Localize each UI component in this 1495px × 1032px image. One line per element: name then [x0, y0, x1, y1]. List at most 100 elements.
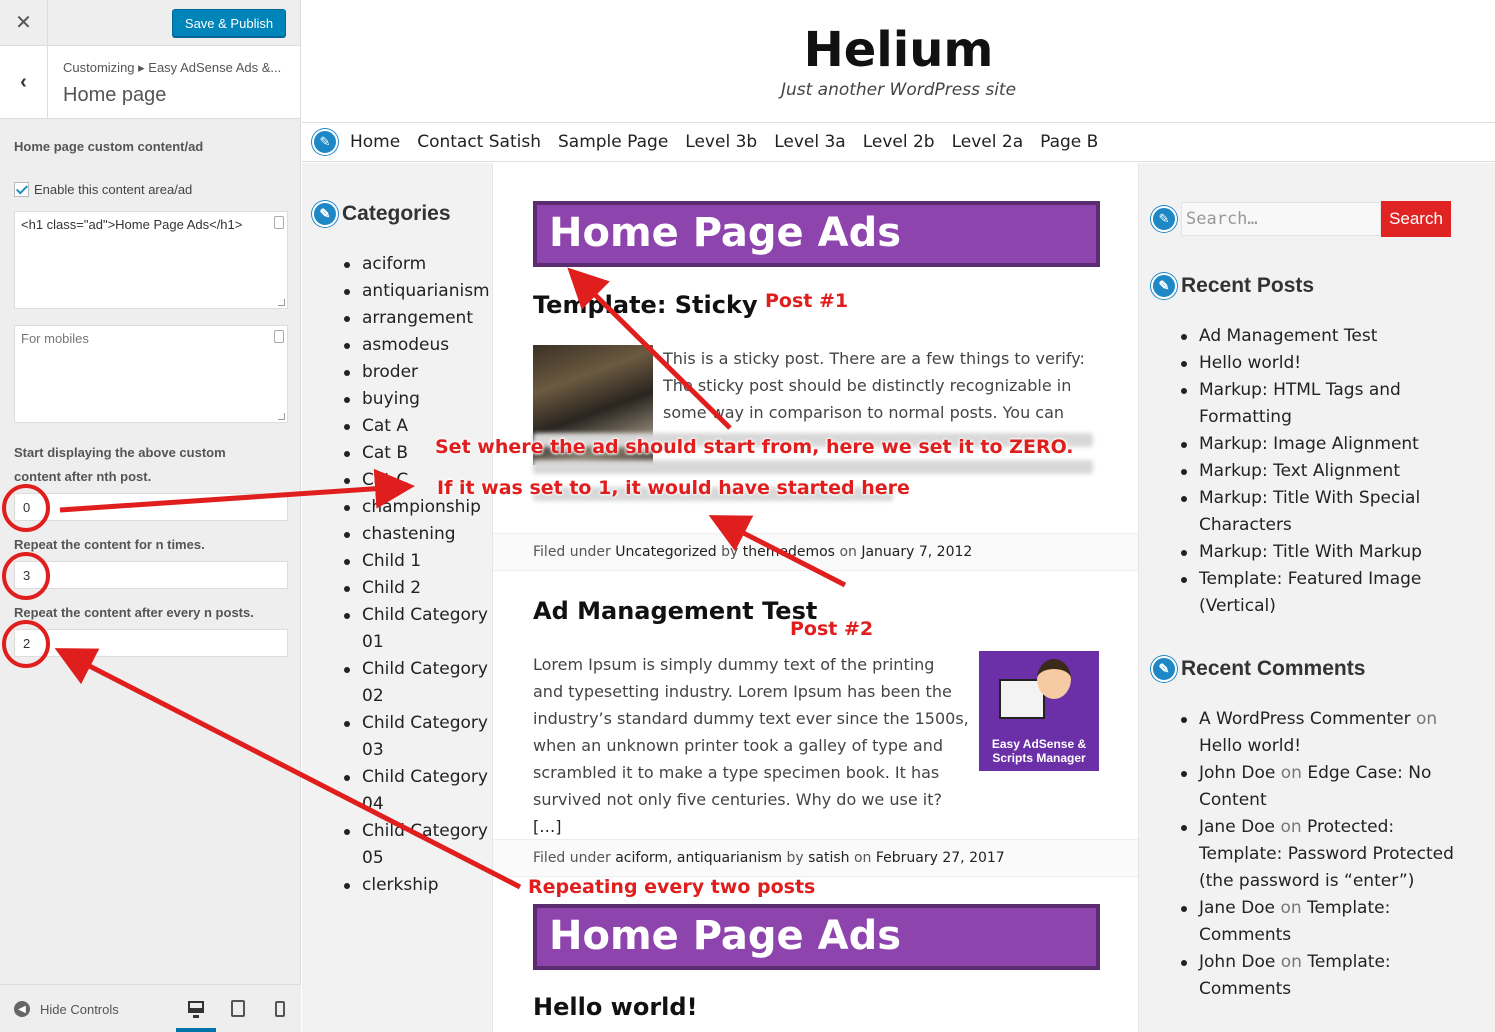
search-button[interactable]: Search	[1381, 201, 1451, 237]
primary-nav: ✎ Home Contact Satish Sample Page Level …	[302, 122, 1495, 162]
category-item[interactable]: broder	[342, 359, 492, 386]
category-item[interactable]: buying	[342, 386, 492, 413]
meta-category[interactable]: aciform, antiquarianism	[615, 850, 782, 866]
repeat-every-input[interactable]: 2	[14, 629, 288, 657]
edit-pencil-icon[interactable]: ✎	[312, 129, 338, 155]
nav-item[interactable]: Sample Page	[558, 132, 668, 152]
category-item[interactable]: antiquarianism	[342, 278, 492, 305]
meta-category[interactable]: Uncategorized	[615, 544, 716, 560]
meta-prefix: Filed under	[533, 544, 611, 560]
categories-list: aciform antiquarianism arrangement asmodeus…	[342, 251, 492, 899]
meta-date[interactable]: January 7, 2012	[861, 544, 972, 560]
comment-author[interactable]: Jane Doe	[1199, 817, 1275, 837]
category-item[interactable]: Child 1	[342, 548, 492, 575]
enable-checkbox[interactable]	[14, 182, 29, 197]
comment-post-link[interactable]: Hello world!	[1199, 736, 1301, 756]
recent-post-item[interactable]: Markup: Image Alignment	[1179, 431, 1459, 458]
category-item[interactable]: Child Category 03	[342, 710, 492, 764]
recent-post-item[interactable]: Markup: HTML Tags and Formatting	[1179, 377, 1459, 431]
nav-item[interactable]: Level 2b	[863, 132, 935, 152]
annotation-circle	[2, 484, 50, 532]
recent-post-item[interactable]: Ad Management Test	[1179, 323, 1459, 350]
customizer-footer: ◀ Hide Controls	[0, 984, 301, 1032]
field-heading: Home page custom content/ad	[14, 139, 204, 154]
content-textarea[interactable]: <h1 class="ad">Home Page Ads</h1>	[14, 211, 288, 309]
comment-author[interactable]: Jane Doe	[1199, 898, 1275, 918]
comment-author[interactable]: John Doe	[1199, 763, 1275, 783]
recent-posts-heading-text: Recent Posts	[1181, 274, 1315, 297]
recent-post-item[interactable]: Template: Featured Image (Vertical)	[1179, 566, 1459, 620]
chevron-left-icon[interactable]: ‹	[0, 46, 48, 118]
recent-posts-heading: ✎ Recent Posts	[1151, 273, 1314, 299]
recent-post-item[interactable]: Markup: Title With Markup	[1179, 539, 1459, 566]
site-tagline: Just another WordPress site	[780, 80, 1017, 100]
meta-prefix: Filed under	[533, 850, 611, 866]
search-widget: ✎ Search… Search	[1151, 201, 1451, 237]
recent-post-item[interactable]: Markup: Text Alignment	[1179, 458, 1459, 485]
edit-pencil-icon[interactable]: ✎	[1151, 206, 1177, 232]
post-title[interactable]: Template: Sticky	[533, 291, 758, 319]
post-excerpt: This is a sticky post. There are a few t…	[663, 349, 1085, 422]
repeat-times-input[interactable]: 3	[14, 561, 288, 589]
read-more-link[interactable]: […]	[533, 817, 561, 836]
resize-handle[interactable]	[278, 299, 285, 306]
editor-icon[interactable]	[274, 330, 284, 343]
category-item[interactable]: asmodeus	[342, 332, 492, 359]
cartoon-person-graphic	[1037, 659, 1071, 699]
comment-author[interactable]: John Doe	[1199, 952, 1275, 972]
resize-handle[interactable]	[278, 413, 285, 420]
start-label-line1: Start displaying the above custom	[14, 445, 226, 460]
edit-pencil-icon[interactable]: ✎	[1151, 273, 1177, 299]
recent-comment-item: John Doe on Edge Case: No Content	[1179, 760, 1459, 814]
nav-item[interactable]: Level 3a	[774, 132, 846, 152]
category-item[interactable]: Child Category 04	[342, 764, 492, 818]
category-item[interactable]: Child Category 01	[342, 602, 492, 656]
editor-icon[interactable]	[274, 216, 284, 229]
edit-pencil-icon[interactable]: ✎	[1151, 656, 1177, 682]
post-title[interactable]: Ad Management Test	[533, 597, 817, 625]
thumbnail-caption: Easy AdSense & Scripts Manager	[991, 737, 1087, 765]
start-after-input[interactable]: 0	[14, 493, 288, 521]
nav-item[interactable]: Contact Satish	[417, 132, 541, 152]
meta-author[interactable]: themedemos	[743, 544, 835, 560]
post-title[interactable]: Hello world!	[533, 993, 698, 1021]
close-icon[interactable]: ✕	[0, 0, 48, 45]
post-thumbnail[interactable]: Easy AdSense & Scripts Manager	[979, 651, 1099, 771]
recent-post-item[interactable]: Hello world!	[1179, 350, 1459, 377]
nav-item[interactable]: Level 3b	[685, 132, 757, 152]
save-publish-button[interactable]: Save & Publish	[172, 9, 286, 37]
search-input[interactable]: Search…	[1181, 202, 1381, 236]
tablet-icon[interactable]	[218, 985, 258, 1032]
category-item[interactable]: chastening	[342, 521, 492, 548]
arrow-left-circle-icon: ◀	[14, 1001, 30, 1017]
home-page-ad: Home Page Ads	[533, 201, 1100, 267]
comment-on: on	[1280, 817, 1302, 837]
mobile-content-textarea[interactable]: For mobiles	[14, 325, 288, 423]
edit-pencil-icon[interactable]: ✎	[312, 201, 338, 227]
categories-sidebar: ✎ Categories aciform antiquarianism arrang…	[302, 163, 492, 1032]
category-item[interactable]: aciform	[342, 251, 492, 278]
category-item[interactable]: Child Category 05	[342, 818, 492, 872]
enable-content-checkbox-row[interactable]: Enable this content area/ad	[14, 182, 192, 197]
meta-date[interactable]: February 27, 2017	[876, 850, 1005, 866]
category-item[interactable]: clerkship	[342, 872, 492, 899]
desktop-icon[interactable]	[176, 985, 216, 1032]
category-item[interactable]: Child Category 02	[342, 656, 492, 710]
meta-author[interactable]: satish	[808, 850, 849, 866]
nav-item[interactable]: Level 2a	[952, 132, 1024, 152]
recent-post-item[interactable]: Markup: Title With Special Characters	[1179, 485, 1459, 539]
nav-item[interactable]: Page B	[1040, 132, 1098, 152]
mobile-icon[interactable]	[260, 985, 300, 1032]
category-item[interactable]: Child 2	[342, 575, 492, 602]
nav-item[interactable]: Home	[350, 132, 400, 152]
category-item[interactable]: arrangement	[342, 305, 492, 332]
annotation-post1: Post #1	[765, 290, 849, 312]
hide-controls-button[interactable]: ◀ Hide Controls	[14, 1001, 119, 1017]
meta-by: by	[786, 850, 804, 866]
recent-comment-item: John Doe on Template: Comments	[1179, 949, 1459, 1003]
comment-author[interactable]: A WordPress Commenter	[1199, 709, 1411, 729]
hide-controls-label: Hide Controls	[40, 1001, 119, 1017]
recent-comment-item: Jane Doe on Template: Comments	[1179, 895, 1459, 949]
mobile-textarea-placeholder: For mobiles	[21, 331, 89, 346]
site-title[interactable]: Helium	[302, 22, 1495, 78]
